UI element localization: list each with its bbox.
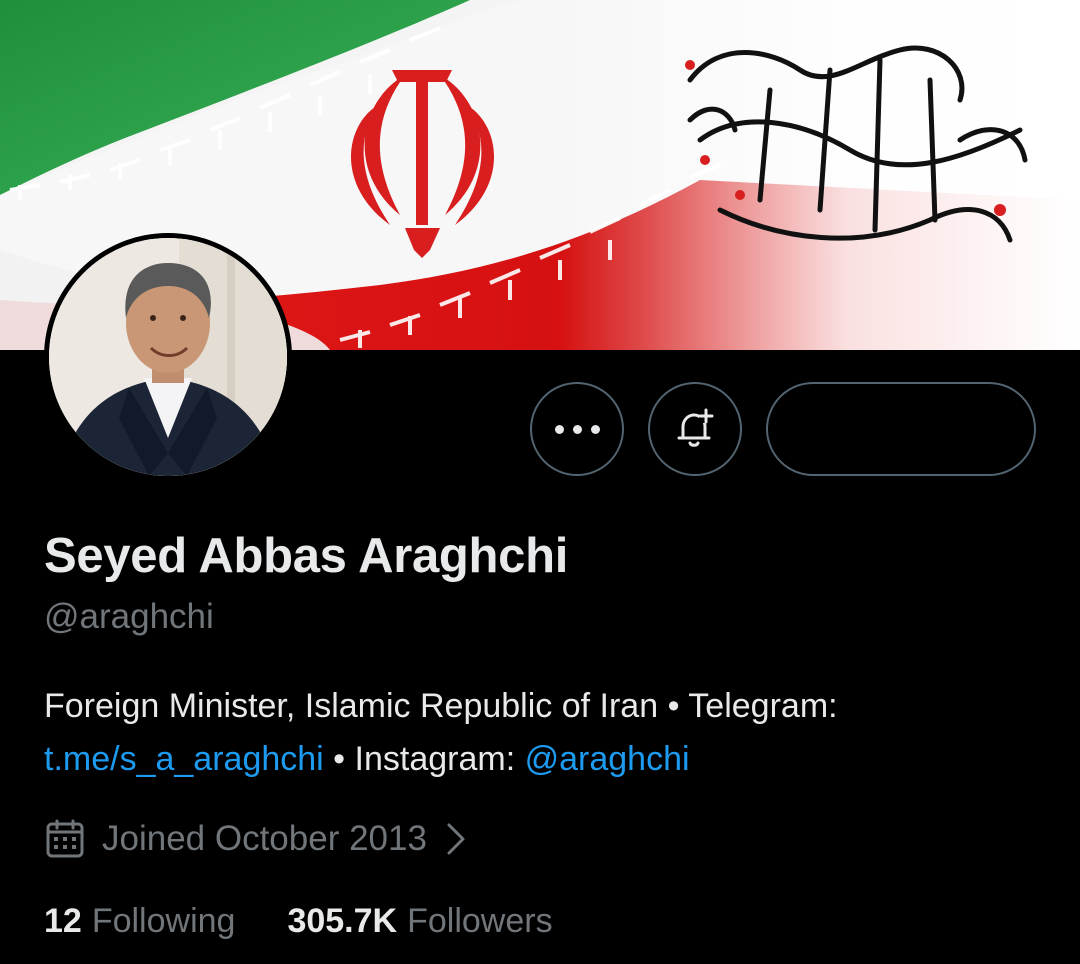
follow-button[interactable] xyxy=(766,382,1036,476)
followers-label: Followers xyxy=(407,901,553,940)
avatar-photo xyxy=(49,238,287,476)
bio-separator: • Instagram: xyxy=(323,740,525,778)
following-label: Following xyxy=(91,901,236,940)
bio-line-2: t.me/s_a_araghchi • Instagram: @araghchi xyxy=(44,733,1044,786)
more-options-button[interactable] xyxy=(530,382,624,476)
following-count: 12 xyxy=(44,901,82,940)
joined-date-row[interactable]: Joined October 2013 xyxy=(44,814,467,864)
bell-plus-icon xyxy=(677,408,714,447)
following-stat[interactable]: 12 Following xyxy=(44,902,235,941)
profile-page: Seyed Abbas Araghchi @araghchi Foreign M… xyxy=(0,0,1080,964)
follow-stats: 12 Following 305.7K Followers xyxy=(44,896,553,946)
instagram-link[interactable]: @araghchi xyxy=(525,740,690,778)
calendar-icon xyxy=(46,819,84,858)
telegram-link[interactable]: t.me/s_a_araghchi xyxy=(44,740,324,778)
profile-bio: Foreign Minister, Islamic Republic of Ir… xyxy=(44,680,1044,786)
joined-date-text: Joined October 2013 xyxy=(102,819,427,858)
bio-line-1: Foreign Minister, Islamic Republic of Ir… xyxy=(44,687,838,725)
chevron-right-icon xyxy=(447,823,465,855)
avatar[interactable] xyxy=(44,233,292,481)
followers-stat[interactable]: 305.7K Followers xyxy=(287,902,552,941)
notifications-button[interactable] xyxy=(648,382,742,476)
more-dots-icon xyxy=(554,424,600,434)
followers-count: 305.7K xyxy=(287,901,398,940)
profile-handle: @araghchi xyxy=(44,597,214,636)
profile-name: Seyed Abbas Araghchi xyxy=(44,529,569,583)
